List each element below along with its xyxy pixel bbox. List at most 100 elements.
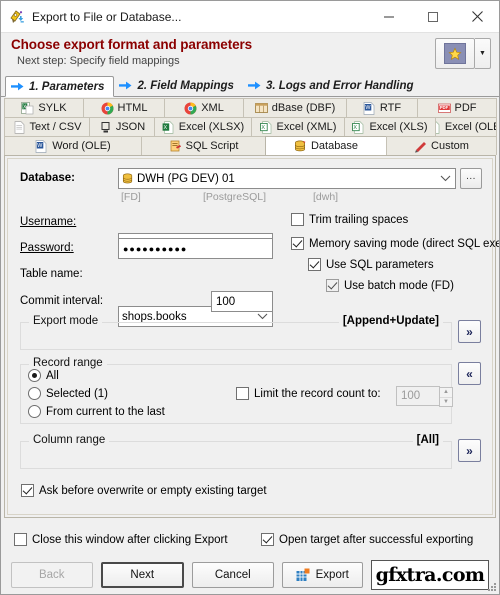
resize-grip[interactable] — [485, 580, 497, 592]
checkbox-box — [308, 258, 321, 271]
record-range-option-from-current-label: From current to the last — [46, 405, 165, 418]
favorites-star-button[interactable] — [435, 38, 475, 69]
format-tab-excel-ole[interactable]: X Excel (OLE) — [435, 117, 497, 136]
next-button[interactable]: Next — [100, 562, 184, 588]
svg-text:X: X — [354, 124, 358, 130]
radio-dot — [28, 387, 41, 400]
format-tab-custom[interactable]: Custom — [386, 136, 497, 155]
format-tab-json-label: JSON — [115, 121, 146, 133]
back-button[interactable]: Back — [11, 562, 93, 588]
use-batch-mode-label: Use batch mode (FD) — [344, 279, 454, 292]
step-tab-logs[interactable]: 3. Logs and Error Handling — [242, 76, 423, 96]
format-tab-excel-xml[interactable]: X Excel (XML) — [251, 117, 345, 136]
password-field[interactable]: ●●●●●●●●●● — [118, 238, 273, 259]
chrome-icon — [184, 102, 197, 115]
footer-options: Close this window after clicking Export … — [1, 531, 499, 553]
arrow-right-icon — [11, 82, 24, 92]
use-batch-mode-checkbox[interactable]: Use batch mode (FD) — [326, 279, 454, 292]
format-tab-rtf[interactable]: W RTF — [346, 98, 418, 117]
format-tab-json[interactable]: JSON — [89, 117, 155, 136]
step-tab-parameters-label: 1. Parameters — [29, 80, 105, 93]
limit-record-count-checkbox[interactable]: Limit the record count to: — [236, 387, 381, 400]
format-tab-sylk[interactable]: X SYLK — [4, 98, 84, 117]
export-mode-expand-button[interactable]: » — [458, 320, 481, 343]
format-tab-html[interactable]: HTML — [83, 98, 165, 117]
favorites-dropdown-arrow[interactable]: ▼ — [475, 38, 491, 69]
format-tab-text-csv[interactable]: Text / CSV — [4, 117, 90, 136]
cancel-button[interactable]: Cancel — [192, 562, 274, 588]
checkbox-box — [236, 387, 249, 400]
pencil-icon — [414, 140, 427, 153]
format-tab-excel-xlsx[interactable]: X Excel (XLSX) — [154, 117, 252, 136]
format-tab-excel-xlsx-label: Excel (XLSX) — [178, 121, 245, 133]
next-button-label: Next — [130, 569, 155, 581]
window-controls — [367, 1, 499, 32]
use-sql-parameters-label: Use SQL parameters — [326, 258, 434, 271]
excel-icon: X — [352, 120, 365, 134]
database-settings-panel: Database: DWH (PG DEV) 01 ... [FD] [Post… — [4, 155, 499, 518]
format-tab-dbase[interactable]: dBase (DBF) — [243, 98, 347, 117]
svg-text:X: X — [163, 124, 167, 130]
format-tab-word-ole[interactable]: W Word (OLE) — [4, 136, 142, 155]
record-range-option-from-current[interactable]: From current to the last — [28, 405, 165, 418]
stepper-up-icon[interactable]: ▲ — [440, 388, 452, 398]
close-icon[interactable] — [455, 1, 499, 32]
format-tabs-row-2: Text / CSV JSON X Excel (XLSX) X Excel (… — [4, 117, 497, 136]
memory-saving-mode-checkbox[interactable]: Memory saving mode (direct SQL execu — [291, 237, 500, 250]
format-tab-excel-xls-label: Excel (XLS) — [369, 121, 428, 133]
record-range-option-selected[interactable]: Selected (1) — [28, 387, 108, 400]
wizard-steps: 1. Parameters 2. Field Mappings 3. Logs … — [1, 76, 499, 97]
sylk-icon: X — [21, 101, 34, 115]
use-sql-parameters-checkbox[interactable]: Use SQL parameters — [308, 258, 434, 271]
step-tab-field-mappings[interactable]: 2. Field Mappings — [114, 76, 243, 96]
format-tab-excel-xls[interactable]: X Excel (XLS) — [344, 117, 436, 136]
open-target-after-export-label: Open target after successful exporting — [279, 533, 474, 546]
record-range-option-all[interactable]: All — [28, 369, 59, 382]
trim-trailing-spaces-checkbox[interactable]: Trim trailing spaces — [291, 213, 408, 226]
format-tab-xml[interactable]: XML — [164, 98, 244, 117]
page-subtitle: Next step: Specify field mappings — [17, 55, 180, 67]
page-title: Choose export format and parameters — [11, 37, 253, 52]
format-tab-database[interactable]: Database — [265, 136, 387, 155]
hint-engine: [PostgreSQL] — [203, 191, 267, 203]
database-combo[interactable]: DWH (PG DEV) 01 — [118, 168, 456, 189]
format-tab-excel-xml-label: Excel (XML) — [276, 121, 337, 133]
hint-driver: [FD] — [121, 191, 141, 203]
step-tab-field-mappings-label: 2. Field Mappings — [137, 80, 234, 92]
export-grid-icon — [296, 568, 310, 582]
step-tab-parameters[interactable]: 1. Parameters — [5, 76, 115, 97]
format-tab-sql-script[interactable]: SQL Script — [141, 136, 266, 155]
title-bar: Export to File or Database... — [1, 1, 499, 33]
commit-interval-field[interactable]: 100 — [211, 291, 273, 312]
json-icon — [99, 121, 112, 134]
chrome-icon — [101, 102, 114, 115]
export-button[interactable]: Export — [281, 562, 363, 588]
format-tab-pdf[interactable]: PDF PDF — [417, 98, 497, 117]
limit-record-count-stepper[interactable]: ▲ ▼ — [439, 387, 453, 407]
close-window-after-export-checkbox[interactable]: Close this window after clicking Export — [14, 533, 228, 546]
record-range-collapse-button[interactable]: « — [458, 362, 481, 385]
memory-saving-mode-label: Memory saving mode (direct SQL execu — [309, 237, 500, 250]
format-tab-dbase-label: dBase (DBF) — [271, 102, 336, 114]
database-label: Database: — [20, 172, 75, 184]
column-range-expand-button[interactable]: » — [458, 439, 481, 462]
arrow-right-icon — [247, 81, 261, 91]
step-tab-logs-label: 3. Logs and Error Handling — [265, 80, 414, 92]
limit-record-count-input[interactable]: 100 ▲ ▼ — [396, 386, 453, 407]
format-tab-sql-script-label: SQL Script — [185, 140, 239, 152]
username-label-text: Username: — [20, 216, 77, 228]
open-target-after-export-checkbox[interactable]: Open target after successful exporting — [261, 533, 473, 546]
stepper-down-icon[interactable]: ▼ — [440, 398, 452, 407]
ask-before-overwrite-checkbox[interactable]: Ask before overwrite or empty existing t… — [21, 484, 267, 497]
column-range-group: Column range [All] — [20, 434, 452, 469]
checkbox-box — [326, 279, 339, 292]
minimize-icon[interactable] — [367, 1, 411, 32]
checkbox-box — [14, 533, 27, 546]
svg-text:W: W — [38, 143, 44, 149]
limit-record-count-value: 100 — [401, 390, 421, 402]
maximize-icon[interactable] — [411, 1, 455, 32]
format-tab-html-label: HTML — [117, 102, 148, 114]
database-settings-inner: Database: DWH (PG DEV) 01 ... [FD] [Post… — [7, 158, 499, 515]
format-tab-text-csv-label: Text / CSV — [29, 121, 82, 133]
database-browse-button[interactable]: ... — [460, 168, 482, 189]
